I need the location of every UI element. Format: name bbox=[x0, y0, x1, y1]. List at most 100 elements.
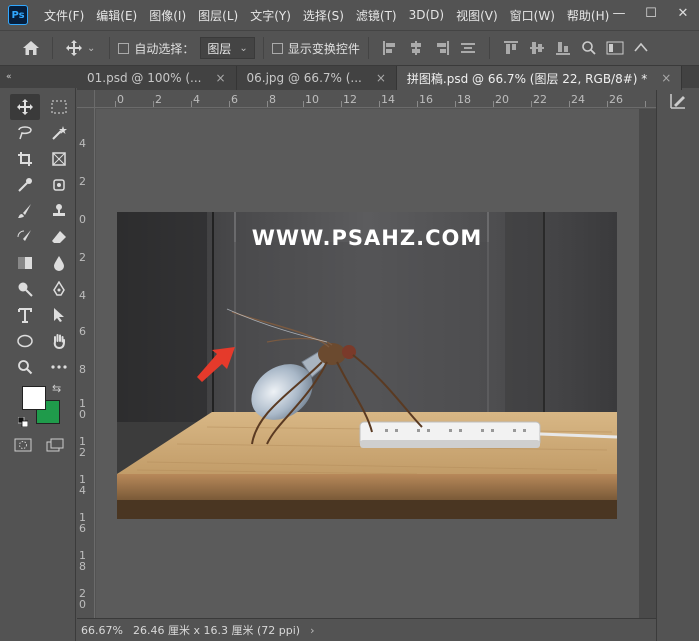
align-bottom-icon[interactable] bbox=[552, 37, 574, 59]
chevron-down-icon: ⌄ bbox=[239, 42, 248, 54]
lasso-tool-icon[interactable] bbox=[10, 120, 40, 146]
toolbar-collapse-strip: « bbox=[0, 66, 77, 88]
magic-wand-tool-icon[interactable] bbox=[44, 120, 74, 146]
menu-select[interactable]: 选择(S) bbox=[297, 7, 350, 24]
type-tool-icon[interactable] bbox=[10, 302, 40, 328]
spot-healing-tool-icon[interactable] bbox=[44, 172, 74, 198]
gradient-tool-icon[interactable] bbox=[10, 250, 40, 276]
search-icon[interactable] bbox=[578, 37, 600, 59]
brush-tool-icon[interactable] bbox=[10, 198, 40, 224]
dodge-tool-icon[interactable] bbox=[10, 276, 40, 302]
tab-close-icon[interactable]: × bbox=[661, 71, 671, 85]
crop-tool-icon[interactable] bbox=[10, 146, 40, 172]
move-tool-icon[interactable] bbox=[63, 37, 85, 59]
tab-label: 拼图稿.psd @ 66.7% (图层 22, RGB/8#) * bbox=[406, 71, 648, 86]
vertical-scrollbar[interactable] bbox=[639, 109, 656, 618]
maximize-button[interactable]: ☐ bbox=[635, 0, 667, 26]
align-center-icon[interactable] bbox=[405, 37, 427, 59]
auto-select-checkbox[interactable] bbox=[118, 42, 130, 54]
horizontal-ruler[interactable]: 0 2 4 6 8 10 12 14 16 18 20 22 24 26 bbox=[95, 90, 656, 108]
ruler-label: 2 bbox=[79, 251, 86, 264]
distribute-icon[interactable] bbox=[457, 37, 479, 59]
tab-06-jpg[interactable]: 06.jpg @ 66.7% (... × bbox=[237, 66, 397, 90]
vertical-ruler[interactable]: 4 2 0 2 4 6 8 1 0 1 2 1 4 1 6 1 8 2 0 bbox=[77, 108, 95, 618]
ruler-corner[interactable] bbox=[77, 90, 95, 108]
pen-tool-icon[interactable] bbox=[44, 276, 74, 302]
ruler-label: 16 bbox=[419, 93, 433, 106]
ruler-label: 20 bbox=[495, 93, 509, 106]
ruler-label: 0 bbox=[79, 213, 86, 226]
tab-close-icon[interactable]: × bbox=[376, 71, 386, 85]
close-button[interactable]: ✕ bbox=[667, 0, 699, 26]
options-bar: ⌄ 自动选择： 图层 ⌄ 显示变换控件 bbox=[0, 30, 699, 66]
move-tool-icon[interactable] bbox=[10, 94, 40, 120]
document-canvas[interactable]: WWW.PSAHZ.COM bbox=[117, 212, 617, 519]
minimize-button[interactable]: — bbox=[603, 0, 635, 26]
frame-tool-icon[interactable] bbox=[44, 146, 74, 172]
default-colors-icon[interactable] bbox=[17, 416, 29, 428]
auto-select-value: 图层 bbox=[207, 41, 232, 56]
align-right-icon[interactable] bbox=[431, 37, 453, 59]
screen-mode-icon[interactable] bbox=[46, 438, 64, 455]
align-left-icon[interactable] bbox=[379, 37, 401, 59]
zoom-tool-icon[interactable] bbox=[10, 354, 40, 380]
menu-filter[interactable]: 滤镜(T) bbox=[350, 7, 403, 24]
separator bbox=[262, 37, 264, 59]
auto-select-dropdown[interactable]: 图层 ⌄ bbox=[200, 37, 255, 59]
menu-file[interactable]: 文件(F) bbox=[38, 7, 90, 24]
window-controls: — ☐ ✕ bbox=[603, 0, 699, 30]
ruler-label: 1 0 bbox=[79, 397, 86, 421]
eraser-tool-icon[interactable] bbox=[44, 224, 74, 250]
menu-layer[interactable]: 图层(L) bbox=[192, 7, 244, 24]
separator bbox=[488, 37, 490, 59]
document-tabs: 01.psd @ 100% (... × 06.jpg @ 66.7% (...… bbox=[77, 66, 683, 90]
marquee-tool-icon[interactable] bbox=[44, 94, 74, 120]
menu-image[interactable]: 图像(I) bbox=[143, 7, 192, 24]
eyedropper-tool-icon[interactable] bbox=[10, 172, 40, 198]
menu-3d[interactable]: 3D(D) bbox=[403, 8, 450, 22]
menu-edit[interactable]: 编辑(E) bbox=[90, 7, 143, 24]
collapse-left-icon[interactable]: « bbox=[6, 72, 12, 82]
separator bbox=[367, 37, 369, 59]
zoom-level[interactable]: 66.67% bbox=[77, 624, 123, 637]
path-selection-tool-icon[interactable] bbox=[44, 302, 74, 328]
ruler-label: 1 6 bbox=[79, 511, 86, 535]
separator bbox=[52, 37, 53, 59]
quick-mask-icon[interactable] bbox=[14, 438, 32, 455]
chevron-down-icon[interactable]: ⌄ bbox=[87, 43, 95, 54]
properties-panel-icon[interactable] bbox=[667, 90, 689, 112]
hand-tool-icon[interactable] bbox=[44, 328, 74, 354]
menu-view[interactable]: 视图(V) bbox=[450, 7, 504, 24]
tab-label: 06.jpg @ 66.7% (... bbox=[246, 71, 362, 85]
align-top-icon[interactable] bbox=[500, 37, 522, 59]
ruler-label: 18 bbox=[457, 93, 471, 106]
ruler-label: 8 bbox=[269, 93, 276, 106]
chevron-right-icon[interactable]: › bbox=[310, 624, 314, 637]
document-info[interactable]: 26.46 厘米 x 16.3 厘米 (72 ppi) bbox=[121, 622, 300, 638]
align-middle-icon[interactable] bbox=[526, 37, 548, 59]
tab-close-icon[interactable]: × bbox=[215, 71, 225, 85]
tab-01-psd[interactable]: 01.psd @ 100% (... × bbox=[77, 66, 237, 90]
tab-pintu-psd[interactable]: 拼图稿.psd @ 66.7% (图层 22, RGB/8#) * × bbox=[396, 66, 683, 90]
share-icon[interactable] bbox=[630, 37, 652, 59]
menu-window[interactable]: 窗口(W) bbox=[504, 7, 561, 24]
clone-stamp-tool-icon[interactable] bbox=[44, 198, 74, 224]
ellipse-tool-icon[interactable] bbox=[10, 328, 40, 354]
ruler-label: 1 8 bbox=[79, 549, 86, 573]
ruler-label: 6 bbox=[231, 93, 238, 106]
blur-tool-icon[interactable] bbox=[44, 250, 74, 276]
ruler-label: 2 bbox=[79, 175, 86, 188]
auto-select-label: 自动选择： bbox=[134, 41, 195, 56]
show-transform-checkbox[interactable] bbox=[271, 42, 283, 54]
ruler-label: 2 0 bbox=[79, 587, 86, 611]
home-icon[interactable] bbox=[20, 37, 42, 59]
workspace-icon[interactable] bbox=[604, 37, 626, 59]
foreground-color-swatch[interactable] bbox=[22, 386, 46, 410]
history-brush-tool-icon[interactable] bbox=[10, 224, 40, 250]
ruler-label: 4 bbox=[193, 93, 200, 106]
menu-bar: Ps 文件(F) 编辑(E) 图像(I) 图层(L) 文字(Y) 选择(S) 滤… bbox=[0, 0, 699, 30]
more-tools-icon[interactable] bbox=[44, 354, 74, 380]
menu-type[interactable]: 文字(Y) bbox=[244, 7, 297, 24]
swap-colors-icon[interactable]: ⇆ bbox=[52, 382, 61, 395]
ruler-label: 6 bbox=[79, 325, 86, 338]
